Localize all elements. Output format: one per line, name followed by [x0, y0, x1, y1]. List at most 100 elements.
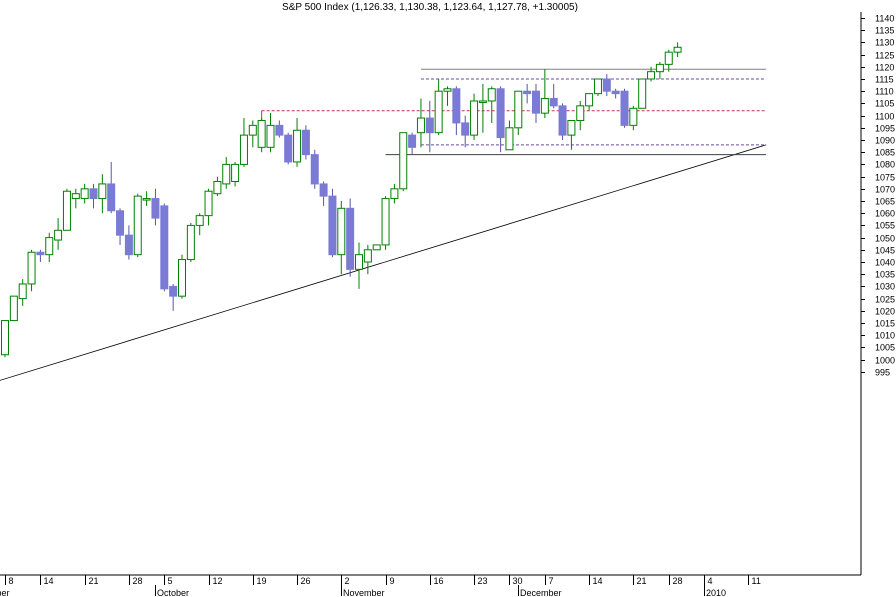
- x-tick-label: 14: [44, 576, 54, 586]
- candle-body-down: [116, 210, 125, 236]
- y-tick-label: 1055: [875, 221, 895, 231]
- candle-body-down: [301, 129, 310, 156]
- candle-body-down: [496, 88, 505, 139]
- candle-body-up: [204, 190, 213, 217]
- candle-body-down: [549, 98, 558, 107]
- candle-body-up: [585, 93, 594, 107]
- candle-body-up: [478, 100, 487, 103]
- candle-body-down: [461, 122, 470, 136]
- y-tick-label: 1090: [875, 136, 895, 146]
- candle-body-down: [124, 234, 133, 256]
- y-tick-label: 1040: [875, 258, 895, 268]
- candle-body-up: [257, 119, 266, 148]
- y-tick-label: 1050: [875, 234, 895, 244]
- candle-body-down: [346, 207, 355, 270]
- candle-body-down: [523, 90, 532, 95]
- candle-body-down: [275, 124, 284, 136]
- y-tick-label: 1070: [875, 185, 895, 195]
- candle-body-up: [381, 198, 390, 246]
- candle-body-up: [673, 46, 682, 53]
- x-tick-label: 14: [593, 576, 603, 586]
- month-label: 2010: [706, 588, 726, 597]
- x-tick-label: 8: [9, 576, 14, 586]
- candle-body-up: [337, 207, 346, 256]
- candle-body-up: [62, 190, 71, 231]
- candle-body-up: [18, 283, 27, 300]
- x-tick-label: 21: [637, 576, 647, 586]
- candle-body-up: [222, 163, 231, 185]
- candle-body-down: [89, 188, 98, 200]
- candle-body-down: [408, 134, 417, 148]
- y-tick-label: 1130: [875, 38, 894, 48]
- y-tick-label: 1125: [875, 51, 894, 61]
- x-tick-label: 28: [133, 576, 143, 586]
- candle-body-up: [540, 98, 549, 114]
- candle-body-up: [213, 180, 222, 195]
- x-tick-label: 19: [257, 576, 267, 586]
- x-tick-label: 9: [390, 576, 395, 586]
- candle-body-up: [390, 188, 399, 200]
- y-tick-label: 1115: [875, 75, 894, 85]
- candle-body-up: [98, 183, 107, 200]
- y-tick-label: 1110: [875, 87, 894, 97]
- candle-body-up: [399, 132, 408, 190]
- candle-body-up: [629, 107, 638, 126]
- y-tick-label: 1075: [875, 173, 895, 183]
- candle-body-down: [425, 117, 434, 134]
- candle-body-up: [178, 259, 186, 297]
- candle-body-up: [293, 129, 302, 163]
- candle-body-up: [1, 320, 9, 356]
- month-label: October: [157, 588, 189, 597]
- candle-body-up: [133, 195, 142, 256]
- candle-body-down: [310, 154, 319, 185]
- candle-body-up: [372, 244, 381, 251]
- candle-body-up: [239, 134, 248, 165]
- candle-body-down: [319, 183, 328, 197]
- candle-body-down: [558, 105, 567, 136]
- x-tick-label: 16: [434, 576, 444, 586]
- x-tick-label: 21: [89, 576, 99, 586]
- month-label: mber: [0, 588, 10, 597]
- y-tick-label: 1100: [875, 112, 894, 122]
- candle-body-up: [248, 124, 257, 136]
- y-tick-label: 1015: [875, 319, 895, 329]
- y-tick-label: 1120: [875, 63, 894, 73]
- x-tick-label: 30: [513, 576, 523, 586]
- y-tick-label: 1095: [875, 124, 895, 134]
- candle-body-down: [36, 251, 45, 256]
- x-tick-label: 7: [549, 576, 554, 586]
- candle-body-down: [452, 88, 461, 124]
- candle-body-up: [514, 90, 523, 129]
- x-tick-label: 5: [168, 576, 173, 586]
- candle-body-up: [434, 90, 443, 134]
- candle-body-up: [27, 251, 36, 285]
- candle-body-up: [80, 188, 89, 200]
- y-tick-label: 1005: [875, 343, 895, 353]
- x-tick-label: 23: [478, 576, 488, 586]
- y-tick-label: 1140: [875, 14, 894, 24]
- candle-body-up: [416, 117, 425, 134]
- candle-body-up: [505, 127, 514, 151]
- candle-body-down: [284, 134, 293, 163]
- candle-body-up: [363, 249, 372, 263]
- candle-body-down: [169, 285, 178, 297]
- x-tick-label: 2: [345, 576, 350, 586]
- month-label: November: [343, 588, 385, 597]
- x-tick-label: 11: [752, 576, 761, 586]
- x-tick-label: 12: [213, 576, 223, 586]
- y-tick-label: 1010: [875, 331, 895, 341]
- candle-body-down: [611, 90, 620, 95]
- candle-body-up: [664, 51, 673, 65]
- candle-body-down: [151, 198, 160, 219]
- y-tick-label: 1030: [875, 282, 895, 292]
- candle-body-up: [576, 105, 585, 121]
- candle-body-down: [602, 78, 611, 92]
- x-tick-label: 4: [708, 576, 713, 586]
- candle-body-up: [638, 78, 647, 109]
- candle-body-up: [593, 78, 602, 95]
- candle-body-down: [107, 183, 116, 212]
- y-tick-label: 1045: [875, 246, 895, 256]
- x-tick-label: 26: [301, 576, 311, 586]
- candle-body-up: [647, 71, 656, 80]
- y-tick-label: 1135: [875, 26, 894, 36]
